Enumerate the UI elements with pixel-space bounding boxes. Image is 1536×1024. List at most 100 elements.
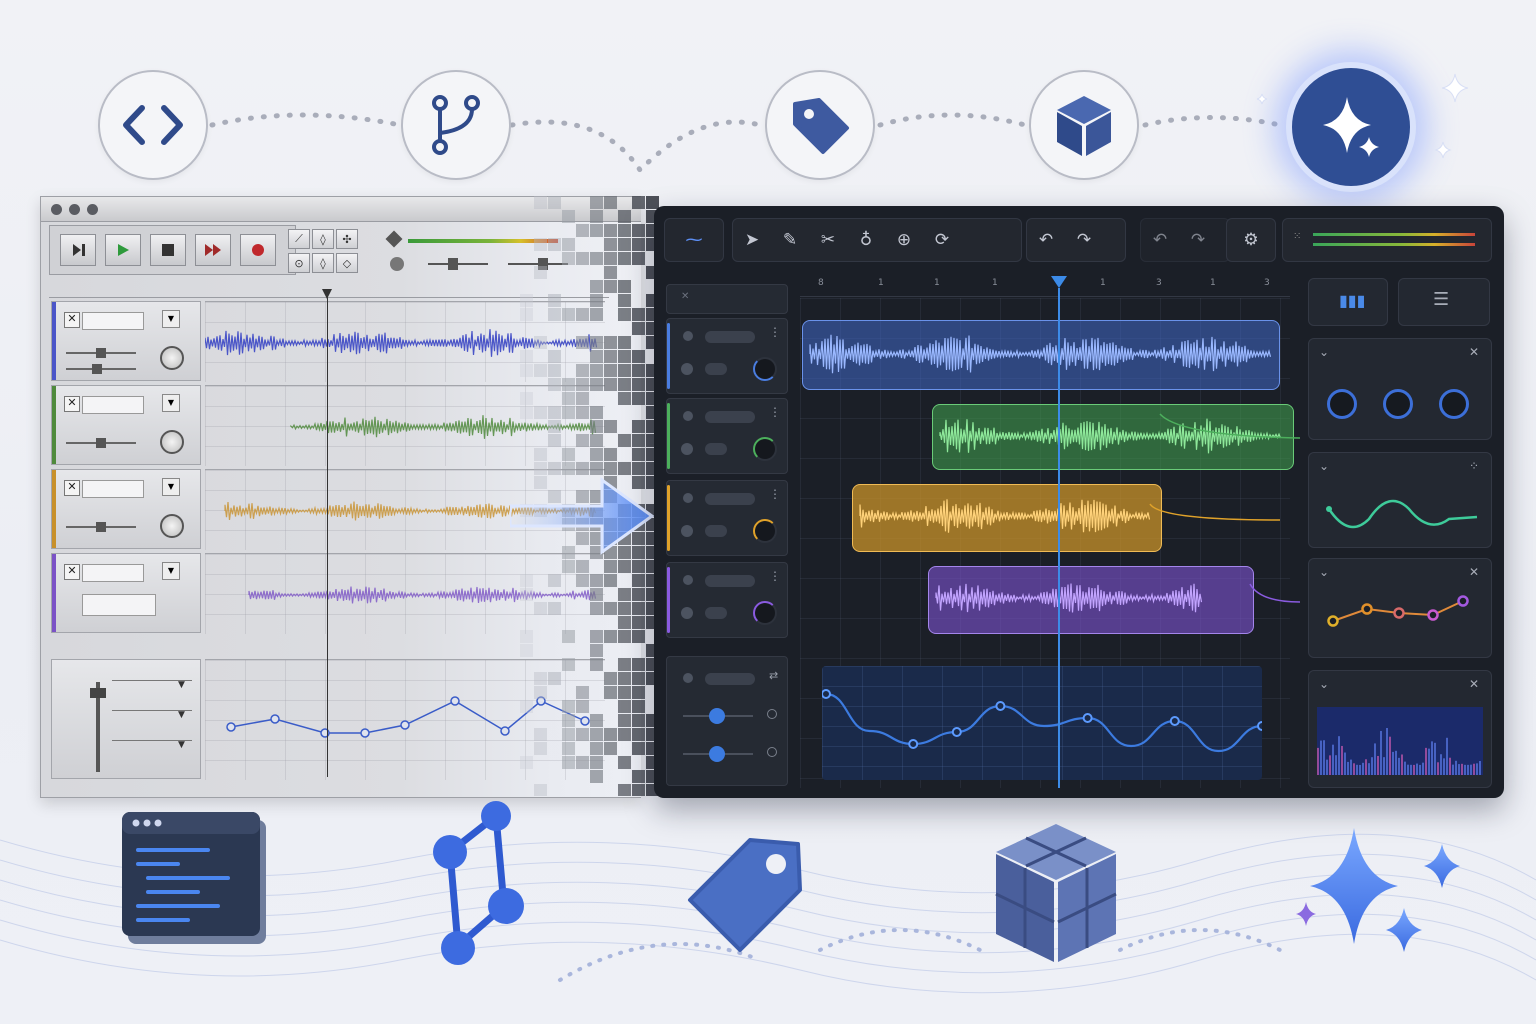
collapse-chevron-icon[interactable]: ⌄ bbox=[1319, 565, 1481, 579]
collapse-chevron-icon[interactable]: ⌄ bbox=[1319, 677, 1481, 691]
mute-button[interactable] bbox=[681, 443, 693, 455]
redo-icon[interactable]: ↷ bbox=[1065, 230, 1103, 250]
playback-speed-slider[interactable] bbox=[428, 258, 488, 270]
automation-fader[interactable] bbox=[90, 682, 106, 772]
solo-button[interactable] bbox=[705, 443, 727, 455]
more-icon[interactable]: ⋮ bbox=[769, 569, 781, 583]
stretch-tool-icon[interactable]: ⟳ bbox=[923, 230, 961, 250]
window-minimize-dot[interactable] bbox=[69, 204, 80, 215]
draw-tool-icon[interactable]: ◊ bbox=[312, 229, 334, 249]
gain-slider[interactable] bbox=[66, 438, 136, 448]
automation-slider-2[interactable] bbox=[683, 746, 753, 762]
eq-tab[interactable]: ☰ bbox=[1398, 278, 1490, 326]
gain-slider[interactable] bbox=[66, 522, 136, 532]
close-icon[interactable]: ✕ bbox=[1469, 677, 1479, 691]
param-knob-1[interactable] bbox=[1327, 389, 1357, 419]
automation-point[interactable] bbox=[226, 722, 236, 732]
automation-slider-1[interactable] bbox=[683, 708, 753, 724]
dropdown-arrow-icon[interactable]: ▼ bbox=[178, 740, 185, 750]
automation-point[interactable] bbox=[822, 689, 831, 699]
automation-point[interactable] bbox=[400, 720, 410, 730]
zoom-tool-icon[interactable]: ⊙ bbox=[288, 253, 310, 273]
solo-button[interactable] bbox=[705, 525, 727, 537]
automation-point[interactable] bbox=[1082, 713, 1093, 723]
automation-point[interactable] bbox=[951, 727, 962, 737]
modern-timeline-ruler[interactable]: 8 1 1 1 1 3 1 3 bbox=[800, 276, 1290, 297]
pan-knob[interactable] bbox=[160, 346, 184, 370]
pan-slider[interactable] bbox=[66, 364, 136, 374]
automation-param-field[interactable] bbox=[705, 673, 755, 685]
skip-icon[interactable] bbox=[60, 234, 96, 266]
track-volume-knob[interactable] bbox=[753, 519, 777, 543]
pencil-tool-icon[interactable]: ✎ bbox=[771, 230, 809, 250]
dropdown-arrow-icon[interactable]: ▼ bbox=[178, 710, 185, 720]
select-tool-icon[interactable]: ◇ bbox=[336, 253, 358, 273]
automation-point[interactable] bbox=[450, 696, 460, 706]
more-icon[interactable]: ⋮ bbox=[769, 405, 781, 419]
track-menu-icon[interactable]: ▼ bbox=[162, 478, 180, 496]
mute-button[interactable] bbox=[681, 525, 693, 537]
close-track-icon[interactable]: ✕ bbox=[64, 312, 80, 328]
close-icon[interactable]: ✕ bbox=[1469, 565, 1479, 579]
timeshift-tool-icon[interactable]: ◊ bbox=[312, 253, 334, 273]
play-icon[interactable] bbox=[105, 234, 141, 266]
track-name-field[interactable] bbox=[705, 331, 755, 343]
track-name-field[interactable] bbox=[82, 564, 144, 582]
multi-tool-icon[interactable]: ✣ bbox=[336, 229, 358, 249]
stop-icon[interactable] bbox=[150, 234, 186, 266]
automation-point[interactable] bbox=[270, 714, 280, 724]
track-menu-icon[interactable]: ▼ bbox=[162, 394, 180, 412]
dropdown-arrow-icon[interactable]: ▼ bbox=[178, 680, 185, 690]
automation-point[interactable] bbox=[1169, 716, 1180, 726]
solo-button[interactable] bbox=[705, 363, 727, 375]
gain-slider[interactable] bbox=[66, 348, 136, 358]
track-name-field[interactable] bbox=[82, 480, 144, 498]
collapse-icon[interactable]: ✕ bbox=[681, 291, 689, 302]
more-icon[interactable]: ⋮ bbox=[769, 487, 781, 501]
window-close-dot[interactable] bbox=[51, 204, 62, 215]
track-menu-icon[interactable]: ▼ bbox=[162, 310, 180, 328]
track-name-field[interactable] bbox=[705, 493, 755, 505]
automation-point[interactable] bbox=[908, 739, 919, 749]
close-track-icon[interactable]: ✕ bbox=[64, 396, 80, 412]
close-track-icon[interactable]: ✕ bbox=[64, 480, 80, 496]
track-volume-knob[interactable] bbox=[753, 357, 777, 381]
track-menu-icon[interactable]: ▼ bbox=[162, 562, 180, 580]
mute-button[interactable] bbox=[681, 607, 693, 619]
zoom-tool-icon[interactable]: ⊕ bbox=[885, 230, 923, 250]
more-icon[interactable]: ⋮ bbox=[769, 325, 781, 339]
collapse-chevron-icon[interactable]: ⌄ bbox=[1319, 459, 1481, 473]
close-track-icon[interactable]: ✕ bbox=[64, 564, 80, 580]
undo-icon[interactable]: ↶ bbox=[1141, 230, 1179, 250]
mixer-tab[interactable]: ▮▮▮ bbox=[1308, 278, 1388, 326]
scissors-tool-icon[interactable]: ✂ bbox=[809, 230, 847, 250]
pan-knob[interactable] bbox=[160, 514, 184, 538]
track-name-field[interactable] bbox=[705, 575, 755, 587]
mute-button[interactable] bbox=[681, 363, 693, 375]
redo-icon[interactable]: ↷ bbox=[1179, 230, 1217, 250]
window-zoom-dot[interactable] bbox=[87, 204, 98, 215]
link-icon[interactable]: ⇄ bbox=[769, 669, 778, 682]
solo-button[interactable] bbox=[705, 607, 727, 619]
settings-button[interactable]: ⚙ bbox=[1226, 218, 1276, 262]
fade-tool-icon[interactable]: ♁ bbox=[847, 230, 885, 250]
track-name-field[interactable] bbox=[82, 312, 144, 330]
param-knob-3[interactable] bbox=[1439, 389, 1469, 419]
automation-point[interactable] bbox=[995, 701, 1006, 711]
param-knob-2[interactable] bbox=[1383, 389, 1413, 419]
automation-point[interactable] bbox=[1257, 721, 1262, 731]
fast-forward-icon[interactable] bbox=[195, 234, 231, 266]
playhead-marker-icon[interactable] bbox=[1051, 276, 1067, 288]
track-name-field[interactable] bbox=[82, 396, 144, 414]
track-volume-knob[interactable] bbox=[753, 601, 777, 625]
undo-icon[interactable]: ↶ bbox=[1027, 230, 1065, 250]
collapse-chevron-icon[interactable]: ⌄ bbox=[1319, 345, 1481, 359]
envelope-tool-icon[interactable]: ⟋ bbox=[288, 229, 310, 249]
pointer-tool-icon[interactable]: ➤ bbox=[733, 230, 771, 250]
track-volume-knob[interactable] bbox=[753, 437, 777, 461]
automation-point[interactable] bbox=[360, 728, 370, 738]
track-name-field[interactable] bbox=[705, 411, 755, 423]
waveform-mode-button[interactable]: ⁓ bbox=[664, 218, 724, 262]
drag-handle-icon[interactable]: ⁘ bbox=[1469, 459, 1479, 473]
automation-point[interactable] bbox=[500, 726, 510, 736]
